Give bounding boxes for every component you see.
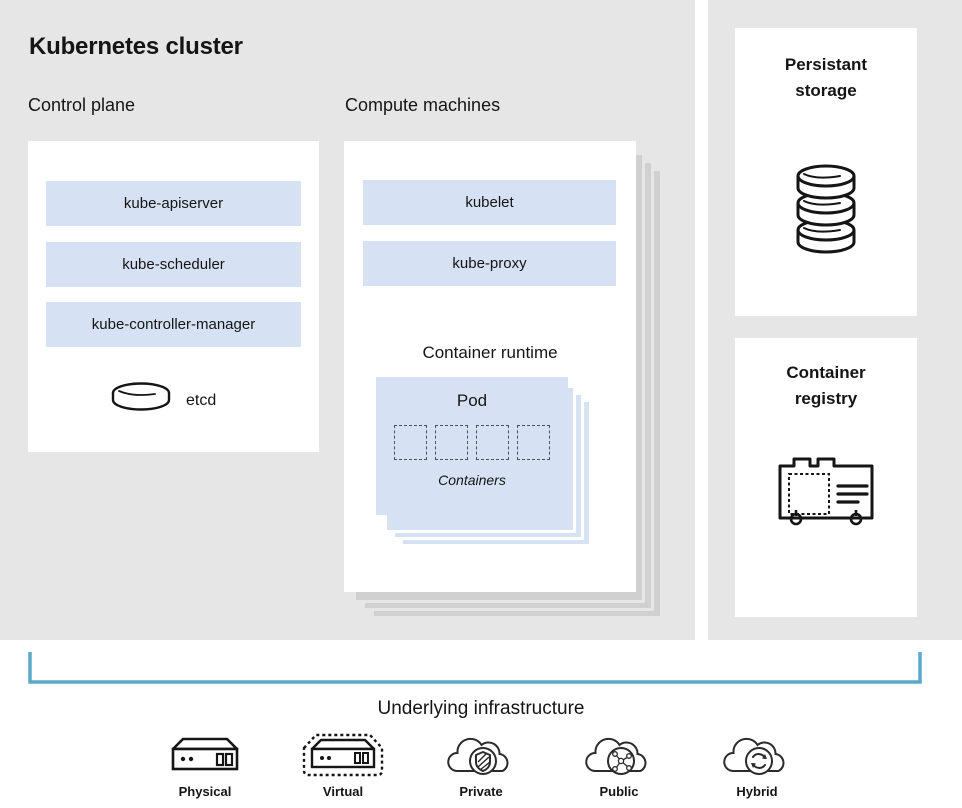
infra-label-hybrid: Hybrid [736, 784, 778, 799]
infra-item-virtual[interactable]: Virtual [288, 732, 398, 808]
pod-label: Pod [456, 391, 488, 410]
persistent-storage-title-line1: Persistant [784, 55, 868, 74]
registry-crate-icon [772, 448, 880, 535]
stacked-database-icon [789, 156, 863, 263]
infra-item-hybrid[interactable]: Hybrid [702, 732, 812, 808]
infra-label-physical: Physical [178, 784, 232, 799]
compute-component-kube-proxy[interactable]: kube-proxy [363, 241, 616, 286]
kubernetes-cluster-panel: Kubernetes cluster Control plane Compute… [0, 0, 695, 640]
infra-label-virtual: Virtual [322, 784, 364, 799]
server-dashed-icon [300, 732, 386, 778]
container-square [394, 425, 427, 460]
infrastructure-items: Physical Virtual Private Public Hybrid [150, 732, 812, 808]
infra-label-private: Private [459, 784, 503, 799]
container-registry-title-line1: Container [786, 363, 866, 382]
containers-label: Containers [438, 472, 506, 488]
control-plane-heading: Control plane [28, 95, 136, 115]
containers-row [394, 425, 550, 461]
pod-card[interactable]: Pod Containers [376, 377, 568, 515]
container-square [517, 425, 550, 460]
persistent-storage-title: Persistant storage [735, 52, 917, 104]
container-registry-title-line2: registry [794, 389, 858, 408]
infra-item-physical[interactable]: Physical [150, 732, 260, 808]
control-plane-component-kube-scheduler[interactable]: kube-scheduler [46, 242, 301, 287]
control-plane-component-kube-apiserver[interactable]: kube-apiserver [46, 181, 301, 226]
infra-label-public: Public [599, 784, 639, 799]
container-registry-title: Container registry [735, 360, 917, 412]
cloud-sync-icon [721, 732, 793, 778]
etcd-group: etcd [110, 381, 240, 421]
compute-machines-heading: Compute machines [345, 95, 501, 115]
server-icon [165, 732, 245, 778]
control-plane-component-kube-controller-manager[interactable]: kube-controller-manager [46, 302, 301, 347]
container-square [435, 425, 468, 460]
page-title: Kubernetes cluster [29, 33, 243, 60]
infra-item-public[interactable]: Public [564, 732, 674, 808]
cloud-network-icon [583, 732, 655, 778]
etcd-label: etcd [186, 392, 217, 409]
cloud-shield-icon [445, 732, 517, 778]
database-cylinder-icon [110, 381, 172, 422]
persistent-storage-card: Persistant storage [735, 28, 917, 316]
infra-item-private[interactable]: Private [426, 732, 536, 808]
persistent-storage-title-line2: storage [795, 81, 857, 100]
container-square [476, 425, 509, 460]
container-registry-card: Container registry [735, 338, 917, 617]
underlying-infrastructure-title: Underlying infrastructure [377, 698, 585, 719]
container-runtime-heading: Container runtime [422, 343, 558, 362]
compute-component-kubelet[interactable]: kubelet [363, 180, 616, 225]
infrastructure-bracket [0, 648, 962, 688]
